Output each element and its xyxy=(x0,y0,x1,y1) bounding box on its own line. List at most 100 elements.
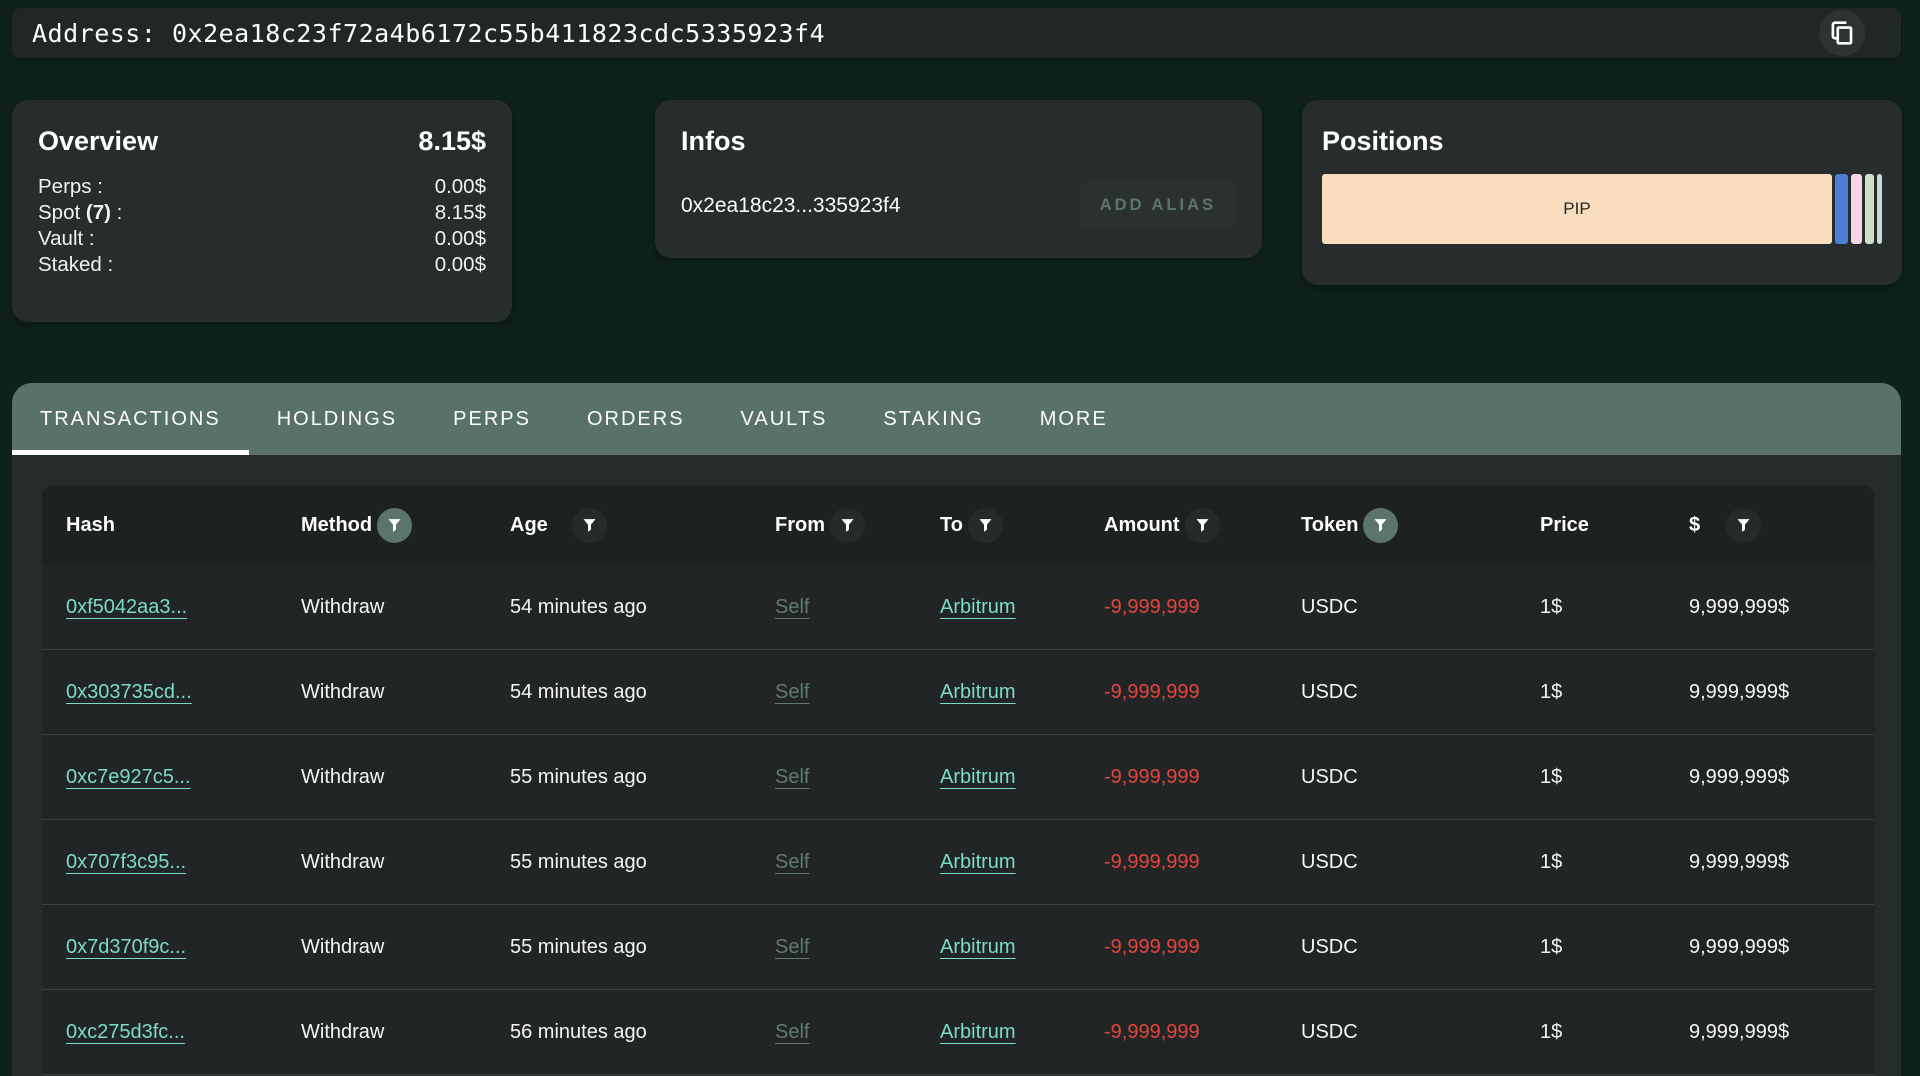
address-bar: Address: 0x2ea18c23f72a4b6172c55b411823c… xyxy=(12,8,1901,58)
tx-from-link[interactable]: Self xyxy=(775,851,809,873)
tx-token: USDC xyxy=(1301,766,1540,789)
filter-button[interactable] xyxy=(572,508,607,543)
filter-button[interactable] xyxy=(1363,508,1398,543)
tx-to-link[interactable]: Arbitrum xyxy=(940,936,1016,958)
overview-row-label: Staked : xyxy=(38,252,113,278)
overview-total-value: 8.15$ xyxy=(418,126,486,157)
tab-orders[interactable]: ORDERS xyxy=(559,383,713,455)
tx-age: 54 minutes ago xyxy=(510,596,775,619)
tx-from-link[interactable]: Self xyxy=(775,1021,809,1043)
position-segment[interactable]: PIP xyxy=(1322,174,1832,244)
page: Address: 0x2ea18c23f72a4b6172c55b411823c… xyxy=(0,8,1920,1076)
tx-hash-link[interactable]: 0xc7e927c5... xyxy=(66,766,191,788)
tx-age: 55 minutes ago xyxy=(510,766,775,789)
tx-price: 1$ xyxy=(1540,596,1689,619)
copy-address-button[interactable] xyxy=(1819,10,1865,56)
tx-from-link[interactable]: Self xyxy=(775,681,809,703)
tx-age: 54 minutes ago xyxy=(510,681,775,704)
transaction-row: 0xf5042aa3... Withdraw 54 minutes ago Se… xyxy=(42,565,1874,650)
filter-button[interactable] xyxy=(830,508,865,543)
overview-row-value: 0.00$ xyxy=(435,174,486,200)
copy-icon xyxy=(1827,18,1857,48)
position-segment[interactable] xyxy=(1851,174,1862,244)
transactions-table: Hash Method Age From To xyxy=(42,485,1874,1075)
tab-label: ORDERS xyxy=(587,408,685,431)
short-address: 0x2ea18c23...335923f4 xyxy=(681,194,901,218)
tx-usd-value: 9,999,999$ xyxy=(1689,1021,1874,1044)
tx-amount: -9,999,999 xyxy=(1104,851,1301,874)
tx-to-link[interactable]: Arbitrum xyxy=(940,1021,1016,1043)
tx-method: Withdraw xyxy=(301,851,510,874)
position-segment[interactable] xyxy=(1835,174,1848,244)
add-alias-button[interactable]: ADD ALIAS xyxy=(1080,182,1236,229)
column-header: Price xyxy=(1540,514,1689,537)
tx-price: 1$ xyxy=(1540,681,1689,704)
overview-row-value: 8.15$ xyxy=(435,200,486,226)
tab-more[interactable]: MORE xyxy=(1012,383,1136,455)
position-segment[interactable] xyxy=(1877,174,1882,244)
tx-method: Withdraw xyxy=(301,596,510,619)
filter-funnel-icon xyxy=(977,517,994,534)
overview-row-label: Spot (7) : xyxy=(38,200,122,226)
tx-token: USDC xyxy=(1301,936,1540,959)
column-header-label: From xyxy=(775,514,825,537)
tx-hash-link[interactable]: 0x303735cd... xyxy=(66,681,192,703)
tx-to-link[interactable]: Arbitrum xyxy=(940,766,1016,788)
column-header-label: Amount xyxy=(1104,514,1180,537)
tab-transactions[interactable]: TRANSACTIONS xyxy=(12,383,249,455)
tx-hash-link[interactable]: 0xf5042aa3... xyxy=(66,596,187,618)
tab-holdings[interactable]: HOLDINGS xyxy=(249,383,425,455)
filter-funnel-icon xyxy=(839,517,856,534)
tab-staking[interactable]: STAKING xyxy=(855,383,1011,455)
tab-label: TRANSACTIONS xyxy=(40,408,221,431)
tx-from-link[interactable]: Self xyxy=(775,766,809,788)
filter-button[interactable] xyxy=(968,508,1003,543)
positions-card: Positions PIP xyxy=(1302,100,1902,285)
tx-amount: -9,999,999 xyxy=(1104,936,1301,959)
tx-usd-value: 9,999,999$ xyxy=(1689,596,1874,619)
overview-row: Perps : 0.00$ xyxy=(38,174,486,200)
transaction-row: 0x7d370f9c... Withdraw 55 minutes ago Se… xyxy=(42,905,1874,990)
tx-to-link[interactable]: Arbitrum xyxy=(940,681,1016,703)
filter-button[interactable] xyxy=(1185,508,1220,543)
tx-token: USDC xyxy=(1301,596,1540,619)
filter-button[interactable] xyxy=(377,508,412,543)
tx-from-link[interactable]: Self xyxy=(775,936,809,958)
tx-from-link[interactable]: Self xyxy=(775,596,809,618)
tx-price: 1$ xyxy=(1540,766,1689,789)
tx-age: 55 minutes ago xyxy=(510,851,775,874)
column-header-label: Hash xyxy=(66,514,115,537)
infos-card: Infos 0x2ea18c23...335923f4 ADD ALIAS xyxy=(655,100,1262,258)
position-segment[interactable] xyxy=(1865,174,1874,244)
tx-amount: -9,999,999 xyxy=(1104,766,1301,789)
overview-row-value: 0.00$ xyxy=(435,252,486,278)
filter-funnel-icon xyxy=(581,517,598,534)
tx-age: 55 minutes ago xyxy=(510,936,775,959)
transaction-row: 0xc7e927c5... Withdraw 55 minutes ago Se… xyxy=(42,735,1874,820)
column-header: Hash xyxy=(66,514,301,537)
filter-button[interactable] xyxy=(1726,508,1761,543)
tx-to-link[interactable]: Arbitrum xyxy=(940,596,1016,618)
overview-row: Staked : 0.00$ xyxy=(38,252,486,278)
column-header: Amount xyxy=(1104,508,1301,543)
overview-row: Spot (7) : 8.15$ xyxy=(38,200,486,226)
table-body: 0xf5042aa3... Withdraw 54 minutes ago Se… xyxy=(42,565,1874,1075)
column-header-label: Age xyxy=(510,514,548,537)
tx-method: Withdraw xyxy=(301,1021,510,1044)
tx-amount: -9,999,999 xyxy=(1104,681,1301,704)
tx-amount: -9,999,999 xyxy=(1104,1021,1301,1044)
tab-label: PERPS xyxy=(453,408,531,431)
infos-title: Infos xyxy=(681,124,1236,158)
tx-usd-value: 9,999,999$ xyxy=(1689,766,1874,789)
tx-hash-link[interactable]: 0x7d370f9c... xyxy=(66,936,186,958)
tab-perps[interactable]: PERPS xyxy=(425,383,559,455)
transaction-row: 0xc275d3fc... Withdraw 56 minutes ago Se… xyxy=(42,990,1874,1075)
tx-to-link[interactable]: Arbitrum xyxy=(940,851,1016,873)
tx-amount: -9,999,999 xyxy=(1104,596,1301,619)
tx-hash-link[interactable]: 0x707f3c95... xyxy=(66,851,186,873)
tab-bar: TRANSACTIONS HOLDINGS PERPS ORDERS VAULT… xyxy=(12,383,1901,455)
transaction-row: 0x707f3c95... Withdraw 55 minutes ago Se… xyxy=(42,820,1874,905)
tab-vaults[interactable]: VAULTS xyxy=(713,383,856,455)
tx-hash-link[interactable]: 0xc275d3fc... xyxy=(66,1021,185,1043)
tab-label: VAULTS xyxy=(741,408,828,431)
